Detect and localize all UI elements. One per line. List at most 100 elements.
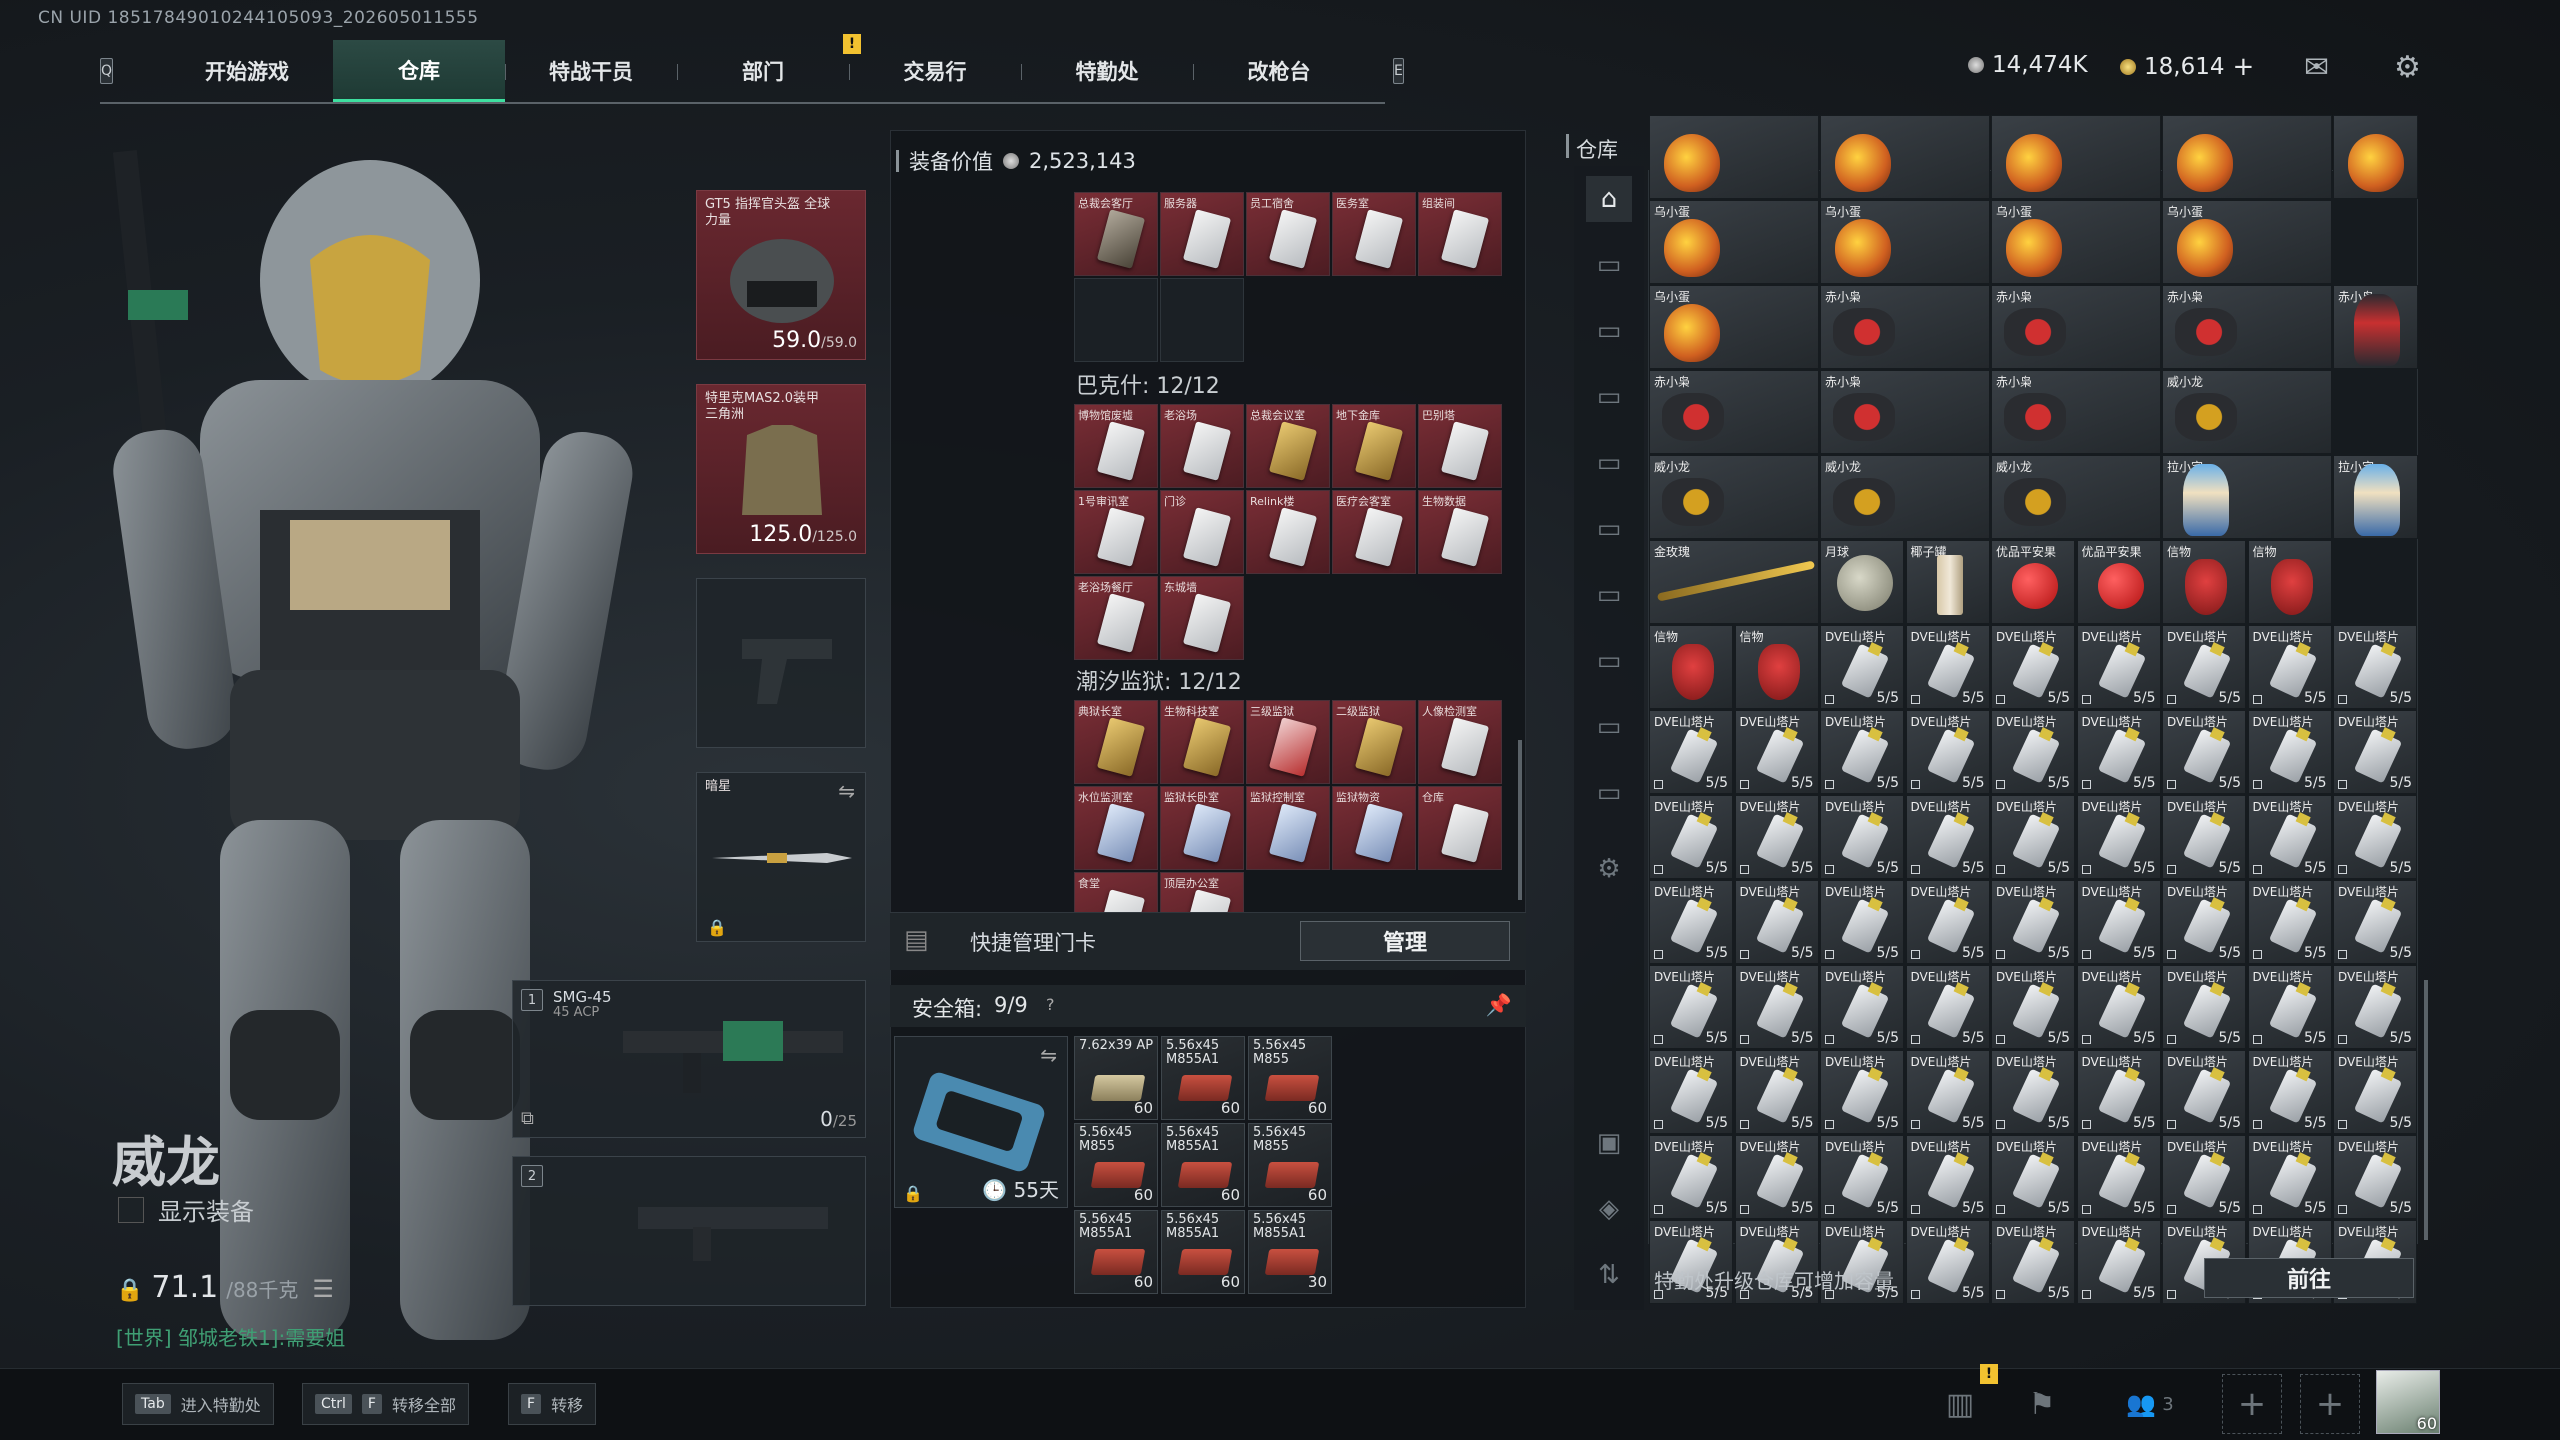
keycard-tide-3[interactable]: 二级监狱 bbox=[1332, 700, 1416, 784]
tab-2[interactable]: 特战干员 bbox=[505, 40, 677, 102]
melee-slot[interactable]: 暗星 ⇋ 🔒 bbox=[696, 772, 866, 942]
warehouse-item[interactable]: DVE山塔片 5/5 bbox=[2076, 625, 2161, 709]
warehouse-item[interactable]: 赤小枭 bbox=[1991, 370, 2161, 454]
ammo-item[interactable]: 7.62x39 AP 60 bbox=[1074, 1036, 1158, 1120]
warehouse-item[interactable]: DVE山塔片 5/5 bbox=[2333, 795, 2417, 879]
warehouse-item[interactable]: DVE山塔片 5/5 bbox=[2076, 965, 2161, 1049]
warehouse-item[interactable]: 赤小枭 bbox=[1649, 370, 1819, 454]
warehouse-item[interactable]: DVE山塔片 5/5 bbox=[1649, 1050, 1733, 1134]
category-9-icon[interactable]: ▭ bbox=[1586, 770, 1632, 816]
warehouse-item[interactable]: DVE山塔片 5/5 bbox=[2333, 1135, 2417, 1219]
warehouse-item[interactable]: DVE山塔片 5/5 bbox=[1649, 710, 1733, 794]
all-items-icon[interactable]: ⌂ bbox=[1586, 176, 1632, 222]
keycard-bakesh-5[interactable]: 1号审讯室 bbox=[1074, 490, 1158, 574]
category-3-icon[interactable]: ▭ bbox=[1586, 374, 1632, 420]
warehouse-item[interactable]: DVE山塔片 5/5 bbox=[1991, 1135, 2075, 1219]
warehouse-item[interactable]: DVE山塔片 5/5 bbox=[2076, 710, 2161, 794]
warehouse-item[interactable]: DVE山塔片 5/5 bbox=[1991, 710, 2075, 794]
safe-box-item[interactable]: ⇋ 🔒 🕒 55天 bbox=[894, 1036, 1068, 1208]
warehouse-item[interactable]: 优品平安果 bbox=[2076, 540, 2161, 624]
warehouse-item[interactable]: 乌小蛋 bbox=[2162, 200, 2332, 284]
warehouse-item[interactable]: DVE山塔片 5/5 bbox=[2162, 625, 2246, 709]
container-icon[interactable]: ▣ bbox=[1586, 1120, 1632, 1166]
ammo-item[interactable]: 5.56x45 M855A1 60 bbox=[1161, 1036, 1245, 1120]
warehouse-item[interactable]: DVE山塔片 5/5 bbox=[1734, 795, 1819, 879]
warehouse-item[interactable]: 拉小宅 bbox=[2162, 455, 2332, 539]
friends-icon[interactable]: 👥 3 bbox=[2110, 1380, 2190, 1428]
warehouse-item[interactable]: DVE山塔片 5/5 bbox=[2333, 710, 2417, 794]
category-8-icon[interactable]: ▭ bbox=[1586, 704, 1632, 750]
transfer-hotkey[interactable]: F 转移 bbox=[508, 1383, 597, 1425]
nav-prev-key[interactable]: Q bbox=[100, 58, 114, 84]
go-button[interactable]: 前往 bbox=[2204, 1258, 2414, 1298]
sort-icon[interactable]: ⇅ bbox=[1586, 1252, 1632, 1298]
warehouse-item[interactable]: DVE山塔片 5/5 bbox=[1905, 710, 1990, 794]
keycard-bakesh-10[interactable]: 老浴场餐厅 bbox=[1074, 576, 1158, 660]
warehouse-item[interactable]: DVE山塔片 5/5 bbox=[1649, 1135, 1733, 1219]
tab-6[interactable]: 改枪台 bbox=[1193, 40, 1365, 102]
warehouse-item[interactable]: DVE山塔片 5/5 bbox=[1991, 795, 2075, 879]
warehouse-item[interactable]: 赤小枭 bbox=[1820, 285, 1990, 369]
warehouse-item[interactable]: DVE山塔片 5/5 bbox=[1991, 880, 2075, 964]
warehouse-item[interactable]: 威小龙 bbox=[1820, 455, 1990, 539]
keycard-bakesh-2[interactable]: 总裁会议室 bbox=[1246, 404, 1330, 488]
warehouse-item[interactable]: 赤小枭 bbox=[1991, 285, 2161, 369]
keycard-tide-6[interactable]: 监狱长卧室 bbox=[1160, 786, 1244, 870]
keycard-bakesh-4[interactable]: 巴别塔 bbox=[1418, 404, 1502, 488]
warehouse-item[interactable]: 威小龙 bbox=[1991, 455, 2161, 539]
keycard-bakesh-8[interactable]: 医疗会客室 bbox=[1332, 490, 1416, 574]
warehouse-item[interactable]: DVE山塔片 5/5 bbox=[2076, 1050, 2161, 1134]
warehouse-item[interactable] bbox=[1649, 115, 1819, 199]
keycard-top-1[interactable]: 服务器 bbox=[1160, 192, 1244, 276]
warehouse-item[interactable]: 乌小蛋 bbox=[1991, 200, 2161, 284]
avatar[interactable]: 60 bbox=[2376, 1370, 2440, 1434]
warehouse-item[interactable]: 椰子罐 bbox=[1905, 540, 1990, 624]
warehouse-item[interactable]: 优品平安果 bbox=[1991, 540, 2075, 624]
keycard-tide-10[interactable]: 食堂 bbox=[1074, 872, 1158, 912]
ammo-item[interactable]: 5.56x45 M855 60 bbox=[1248, 1123, 1332, 1207]
warehouse-item[interactable]: DVE山塔片 5/5 bbox=[2247, 965, 2332, 1049]
warehouse-item[interactable]: 乌小蛋 bbox=[1649, 200, 1819, 284]
warehouse-item[interactable]: DVE山塔片 5/5 bbox=[2162, 710, 2246, 794]
warehouse-item[interactable]: DVE山塔片 5/5 bbox=[1734, 965, 1819, 1049]
warehouse-item[interactable]: DVE山塔片 5/5 bbox=[2333, 1050, 2417, 1134]
warehouse-item[interactable]: DVE山塔片 5/5 bbox=[1734, 880, 1819, 964]
nav-next-key[interactable]: E bbox=[1393, 58, 1404, 84]
category-1-icon[interactable]: ▭ bbox=[1586, 242, 1632, 288]
warehouse-item[interactable]: DVE山塔片 5/5 bbox=[1820, 625, 1904, 709]
warehouse-item[interactable]: DVE山塔片 5/5 bbox=[2076, 1135, 2161, 1219]
warehouse-item[interactable]: 信物 bbox=[2162, 540, 2246, 624]
keycard-tide-4[interactable]: 人像检测室 bbox=[1418, 700, 1502, 784]
warehouse-item[interactable]: 月球 bbox=[1820, 540, 1904, 624]
warehouse-scrollbar[interactable] bbox=[2424, 980, 2428, 1240]
ammo-item[interactable]: 5.56x45 M855A1 30 bbox=[1248, 1210, 1332, 1294]
warehouse-item[interactable]: DVE山塔片 5/5 bbox=[1820, 795, 1904, 879]
tab-0[interactable]: 开始游戏 bbox=[161, 40, 333, 102]
warehouse-item[interactable] bbox=[2162, 115, 2332, 199]
flag-icon[interactable]: ⚑ bbox=[2018, 1380, 2066, 1428]
armor-slot[interactable]: 特里克MAS2.0装甲 三角洲 125.0/125.0 bbox=[696, 384, 866, 554]
swap-icon[interactable]: ⇋ bbox=[1040, 1043, 1057, 1067]
warehouse-item[interactable]: 信物 bbox=[2247, 540, 2332, 624]
keycard-tide-7[interactable]: 监狱控制室 bbox=[1246, 786, 1330, 870]
warehouse-item[interactable]: DVE山塔片 5/5 bbox=[1905, 1135, 1990, 1219]
gear-icon[interactable]: ⚙ bbox=[1586, 846, 1632, 892]
keycard-tide-0[interactable]: 典狱长室 bbox=[1074, 700, 1158, 784]
world-chat-line[interactable]: [世界] 邹城老铁1]:需要姐 bbox=[116, 1322, 345, 1351]
manage-button[interactable]: 管理 bbox=[1300, 921, 1510, 961]
warehouse-item[interactable]: DVE山塔片 5/5 bbox=[2247, 1135, 2332, 1219]
warehouse-item[interactable]: DVE山塔片 5/5 bbox=[2247, 625, 2332, 709]
transfer-all-hotkey[interactable]: Ctrl F 转移全部 bbox=[302, 1383, 469, 1425]
tab-5[interactable]: 特勤处 bbox=[1021, 40, 1193, 102]
warehouse-item[interactable]: DVE山塔片 5/5 bbox=[1991, 1050, 2075, 1134]
keycard-top-3[interactable]: 医务室 bbox=[1332, 192, 1416, 276]
keycard-bakesh-6[interactable]: 门诊 bbox=[1160, 490, 1244, 574]
warehouse-item[interactable]: DVE山塔片 5/5 bbox=[1905, 625, 1990, 709]
pistol-slot[interactable] bbox=[696, 578, 866, 748]
keycard-bakesh-3[interactable]: 地下金库 bbox=[1332, 404, 1416, 488]
tab-4[interactable]: 交易行 bbox=[849, 40, 1021, 102]
warehouse-item[interactable]: 金玫瑰 bbox=[1649, 540, 1819, 624]
show-equipment-toggle[interactable]: 显示装备 bbox=[118, 1192, 254, 1227]
warehouse-item[interactable]: DVE山塔片 5/5 bbox=[2247, 1050, 2332, 1134]
keycard-bakesh-7[interactable]: Relink楼 bbox=[1246, 490, 1330, 574]
